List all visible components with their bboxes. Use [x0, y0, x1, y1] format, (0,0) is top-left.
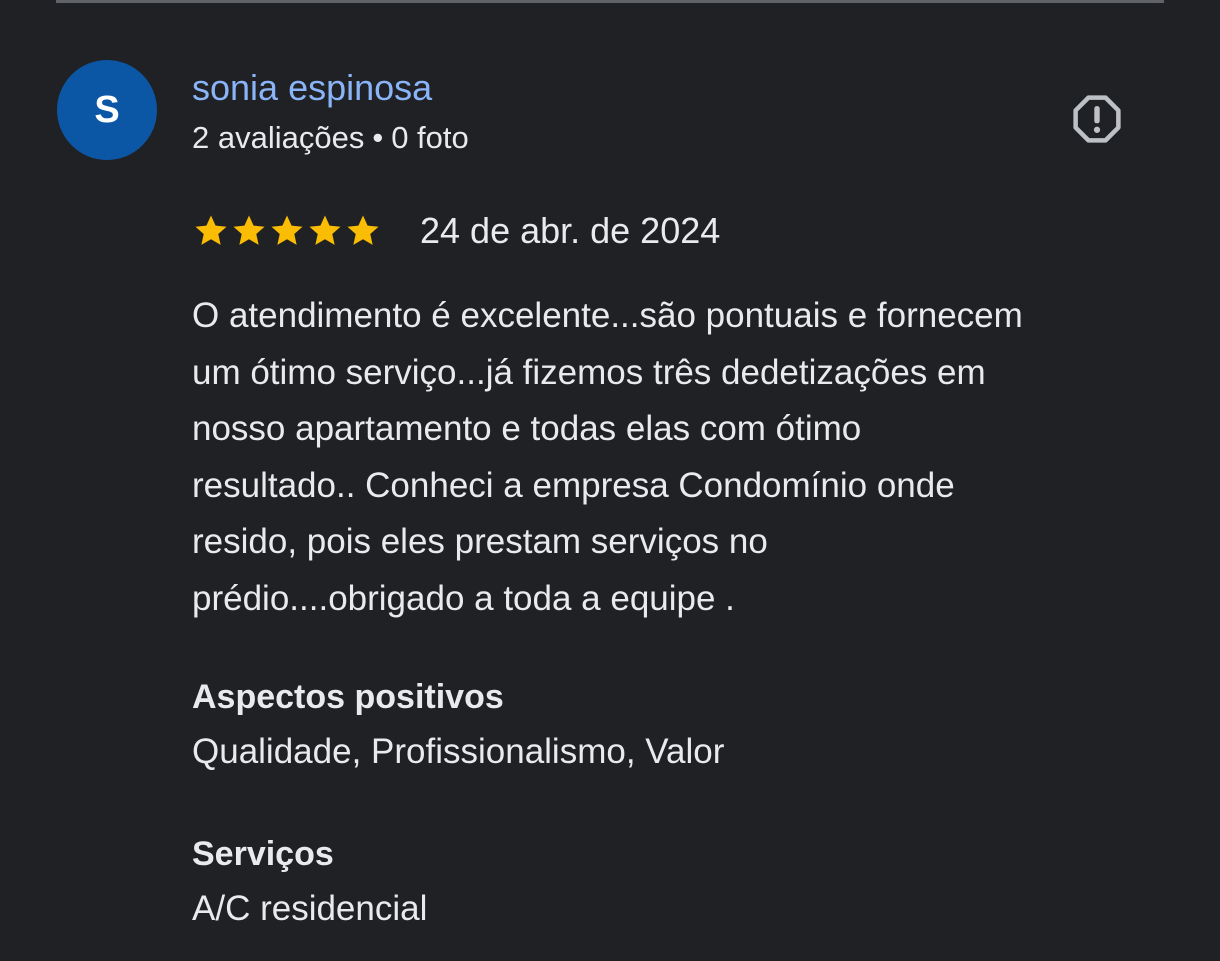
- star-icon: [233, 215, 265, 245]
- star-icon: [271, 215, 303, 245]
- positive-aspects-title: Aspectos positivos: [192, 678, 504, 716]
- report-button[interactable]: [1068, 90, 1126, 148]
- rating-row: 24 de abr. de 2024: [192, 208, 720, 254]
- reviews-count: 2 avaliações: [192, 120, 365, 155]
- review-text-line: um ótimo serviço...já fizemos três dedet…: [192, 352, 986, 392]
- services-title: Serviços: [192, 835, 334, 873]
- author-meta: 2 avaliações • 0 foto: [192, 118, 469, 158]
- review-text-line: prédio....obrigado a toda a equipe .: [192, 578, 735, 618]
- services-value: A/C residencial: [192, 889, 428, 928]
- report-octagon-icon: [1073, 95, 1121, 143]
- top-divider: [56, 0, 1164, 3]
- review-text: O atendimento é excelente...são pontuais…: [192, 288, 1167, 627]
- review-text-line: resultado.. Conheci a empresa Condomínio…: [192, 465, 955, 505]
- avatar[interactable]: S: [57, 60, 157, 160]
- star-icon: [195, 215, 227, 245]
- review-text-line: O atendimento é excelente...são pontuais…: [192, 296, 1023, 335]
- star-rating: [192, 212, 382, 250]
- positive-aspects-value: Qualidade, Profissionalismo, Valor: [192, 732, 725, 771]
- avatar-initial: S: [94, 89, 120, 131]
- author-name-link[interactable]: sonia espinosa: [192, 66, 432, 110]
- meta-separator: •: [372, 120, 384, 155]
- star-icon: [309, 215, 341, 245]
- star-icon: [347, 215, 379, 245]
- review-text-line: nosso apartamento e todas elas com ótimo: [192, 409, 862, 448]
- photos-count: 0 foto: [391, 120, 469, 155]
- review-text-line: resido, pois eles prestam serviços no: [192, 522, 768, 561]
- review-date: 24 de abr. de 2024: [420, 210, 721, 251]
